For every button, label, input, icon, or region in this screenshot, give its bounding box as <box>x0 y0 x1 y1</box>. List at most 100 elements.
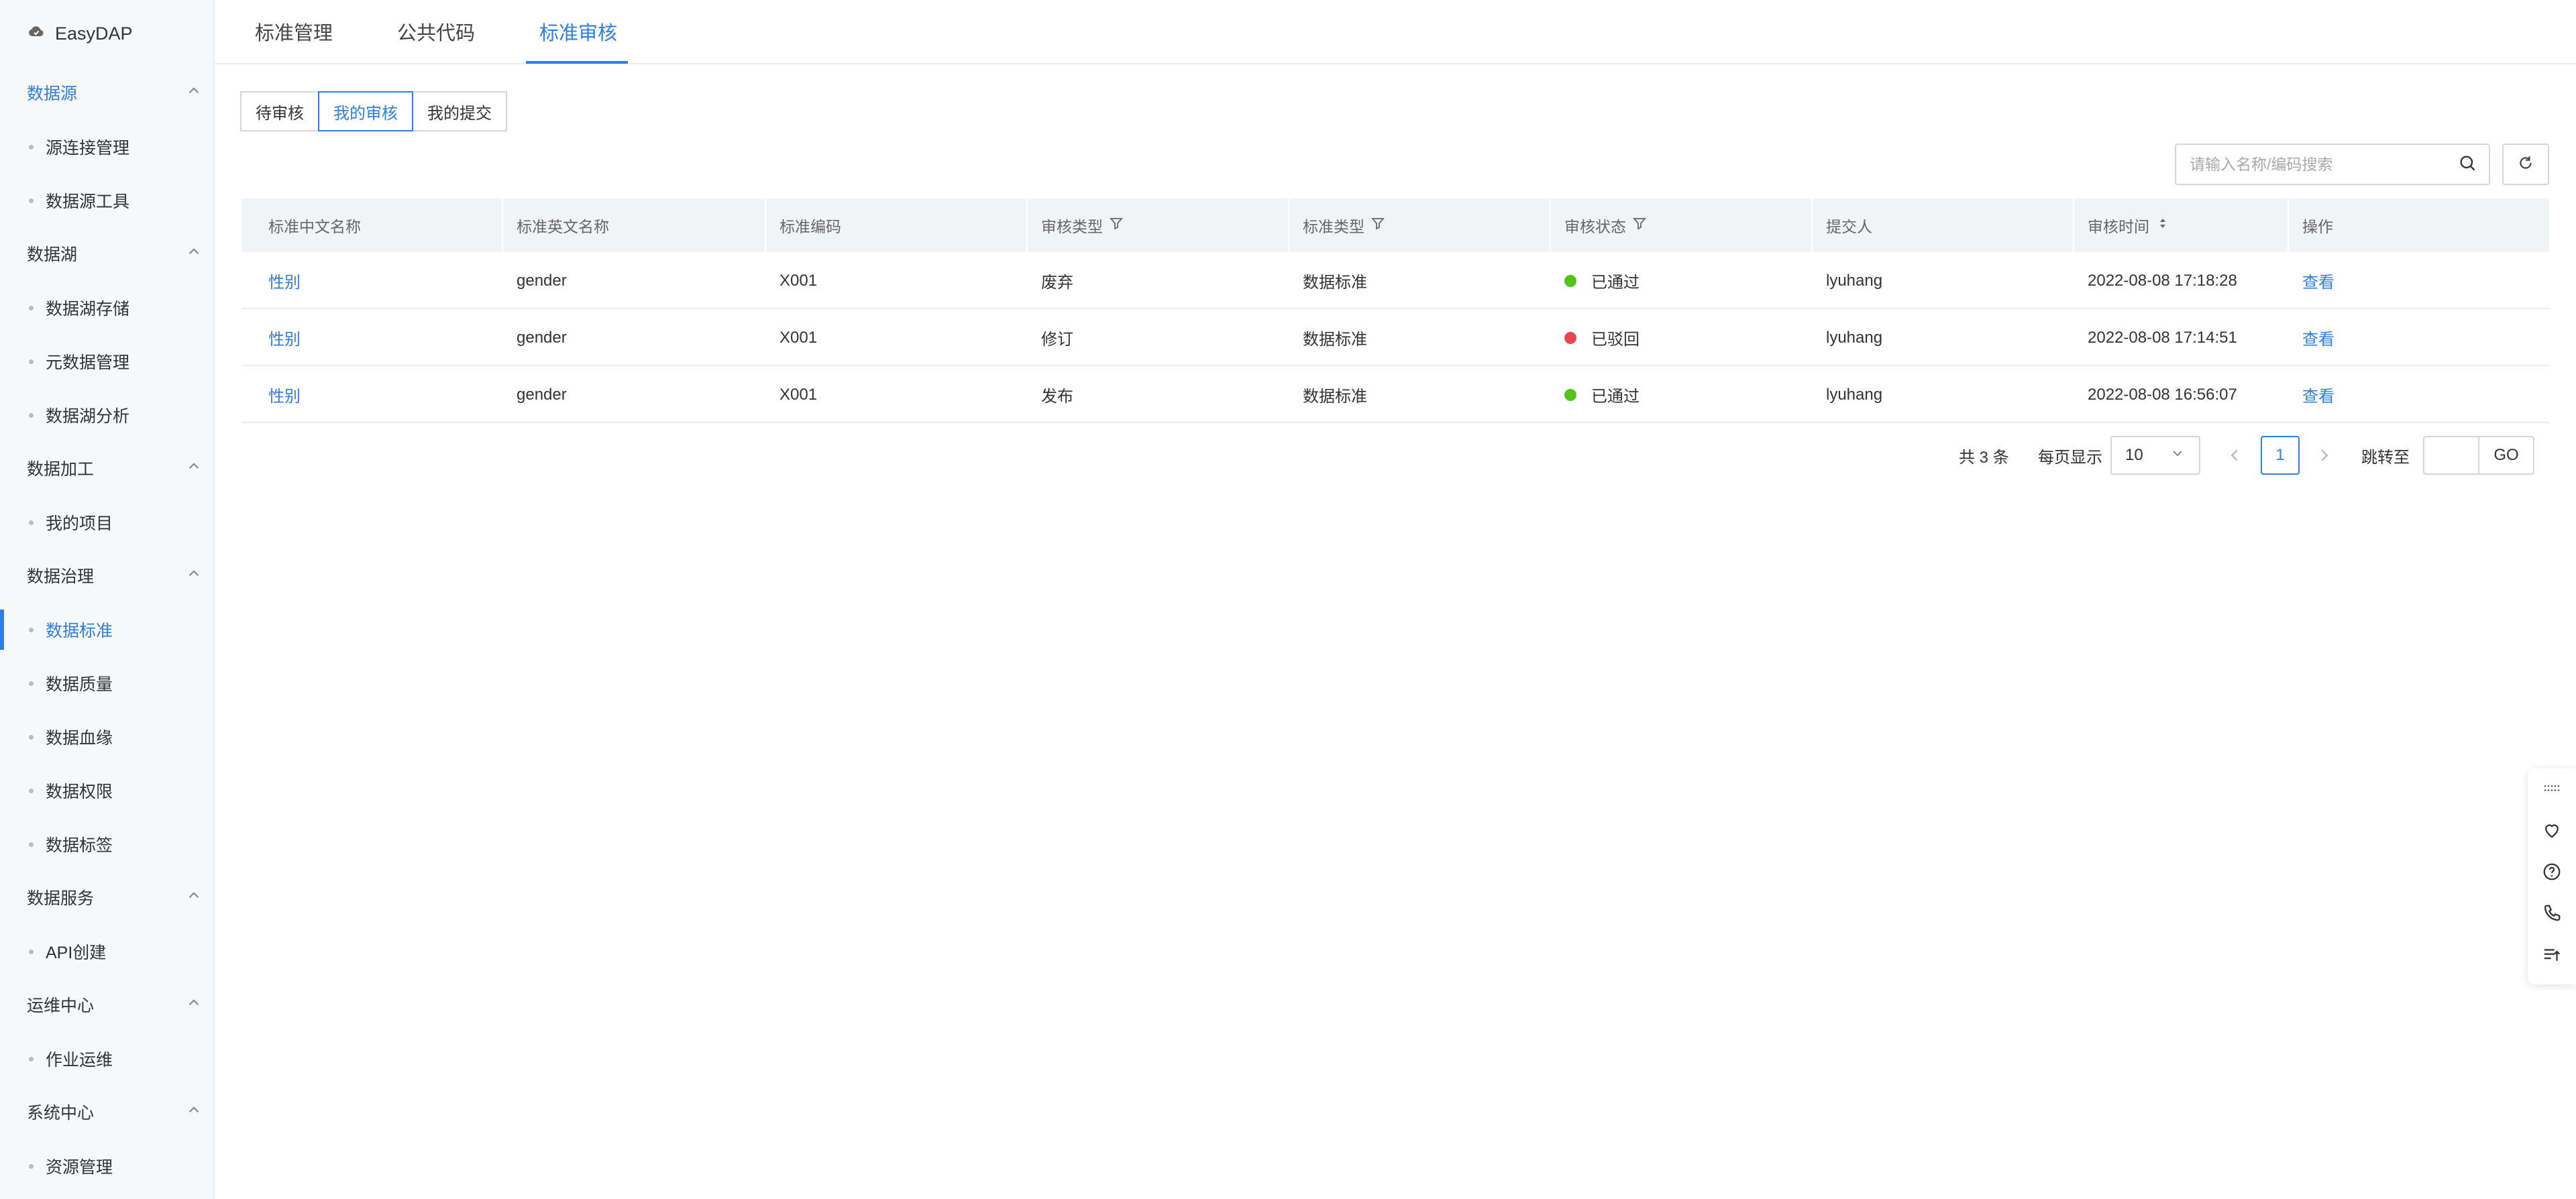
sidebar-item-data-tags[interactable]: 数据标签 <box>0 824 213 864</box>
help-icon[interactable] <box>2540 860 2564 884</box>
sidebar-group-datasource[interactable]: 数据源 <box>27 79 203 106</box>
sidebar-group-label: 数据湖 <box>27 245 78 264</box>
standard-name-link[interactable]: 性别 <box>268 309 301 366</box>
tab-standard-management[interactable]: 标准管理 <box>255 17 333 44</box>
view-link[interactable]: 查看 <box>2302 366 2334 423</box>
sidebar-item-data-standard[interactable]: 数据标准 <box>0 610 213 650</box>
sidebar-item-my-projects[interactable]: 我的项目 <box>0 502 213 543</box>
status-dot-approved <box>1564 388 1576 401</box>
chevron-up-icon <box>185 887 203 909</box>
column-header-standard-type: 标准类型 <box>1303 198 1386 252</box>
standard-name-link[interactable]: 性别 <box>268 366 301 423</box>
search-icon[interactable] <box>2458 154 2477 176</box>
prev-page-button[interactable] <box>2224 445 2245 465</box>
tab-public-code[interactable]: 公共代码 <box>397 17 475 44</box>
cell-review-time: 2022-08-08 16:56:07 <box>2088 385 2237 404</box>
page-size-select[interactable]: 10 <box>2110 436 2200 475</box>
cell-en-name: gender <box>517 385 567 404</box>
subtab-my-review[interactable]: 我的审核 <box>318 91 413 131</box>
phone-icon[interactable] <box>2540 901 2564 925</box>
bullet-dot <box>29 1164 34 1169</box>
filter-icon[interactable] <box>1103 215 1124 235</box>
filter-icon[interactable] <box>1364 215 1386 235</box>
sidebar-group-label: 系统中心 <box>27 1104 95 1123</box>
subtab-my-submission[interactable]: 我的提交 <box>412 91 507 131</box>
chevron-up-icon <box>185 243 203 265</box>
tab-standard-review[interactable]: 标准审核 <box>539 17 617 44</box>
search-input[interactable] <box>2188 154 2458 174</box>
pagination: 共 3 条 每页显示 10 1 跳转至 GO <box>1959 435 2549 476</box>
bullet-dot <box>29 413 34 418</box>
status-dot-approved <box>1564 274 1576 287</box>
sidebar-item-label: 数据源工具 <box>46 192 130 211</box>
sidebar-group-processing[interactable]: 数据加工 <box>27 455 203 481</box>
cell-submitter: lyuhang <box>1826 328 1883 347</box>
bullet-dot <box>29 628 34 632</box>
drag-handle-icon[interactable] <box>2540 777 2564 801</box>
sort-icon[interactable] <box>2149 215 2171 235</box>
cell-review-type: 发布 <box>1041 388 1073 406</box>
top-tabs: 标准管理 公共代码 标准审核 <box>215 0 2576 64</box>
cell-submitter: lyuhang <box>1826 271 1883 290</box>
sidebar: EasyDAP 数据源 源连接管理 数据源工具 数据湖 数据湖存储 元数据管理 … <box>0 0 215 1199</box>
back-to-top-icon[interactable] <box>2540 943 2564 967</box>
heart-icon[interactable] <box>2540 818 2564 842</box>
bullet-dot <box>29 681 34 686</box>
sidebar-item-api-create[interactable]: API创建 <box>0 931 213 972</box>
sidebar-group-governance[interactable]: 数据治理 <box>27 562 203 589</box>
refresh-button[interactable] <box>2502 144 2549 185</box>
standard-name-link[interactable]: 性别 <box>268 252 301 309</box>
chevron-right-icon <box>2314 449 2334 468</box>
bullet-dot <box>29 198 34 203</box>
subtab-pending-review[interactable]: 待审核 <box>240 91 319 131</box>
filter-icon[interactable] <box>1626 215 1648 235</box>
total-count: 共 3 条 <box>1959 448 2009 467</box>
brand[interactable]: EasyDAP <box>27 20 133 47</box>
table-row: 性别 gender X001 废弃 数据标准 已通过 lyuhang 2022-… <box>241 252 2549 309</box>
column-header-action: 操作 <box>2302 218 2333 235</box>
bullet-dot <box>29 842 34 847</box>
sidebar-item-job-ops[interactable]: 作业运维 <box>0 1039 213 1079</box>
chevron-up-icon <box>185 565 203 587</box>
sidebar-item-metadata[interactable]: 元数据管理 <box>0 341 213 382</box>
jump-label: 跳转至 <box>2361 448 2410 467</box>
bullet-dot <box>29 520 34 525</box>
sidebar-item-label: API创建 <box>46 944 107 962</box>
view-link[interactable]: 查看 <box>2302 309 2334 366</box>
chevron-up-icon <box>185 457 203 479</box>
sidebar-item-label: 数据湖存储 <box>46 300 130 319</box>
sidebar-item-lake-analysis[interactable]: 数据湖分析 <box>0 395 213 435</box>
sidebar-group-services[interactable]: 数据服务 <box>27 884 203 911</box>
sidebar-group-system[interactable]: 系统中心 <box>27 1098 203 1125</box>
sidebar-item-label: 数据标签 <box>46 836 113 855</box>
bullet-dot <box>29 735 34 740</box>
next-page-button[interactable] <box>2314 445 2334 465</box>
search-box <box>2175 144 2490 185</box>
bullet-dot <box>29 306 34 310</box>
sidebar-item-source-tools[interactable]: 数据源工具 <box>0 180 213 221</box>
sidebar-group-datalake[interactable]: 数据湖 <box>27 240 203 267</box>
cell-standard-type: 数据标准 <box>1303 331 1367 349</box>
view-link[interactable]: 查看 <box>2302 252 2334 309</box>
sidebar-item-source-connection[interactable]: 源连接管理 <box>0 127 213 167</box>
sidebar-item-data-quality[interactable]: 数据质量 <box>0 663 213 703</box>
cell-standard-type: 数据标准 <box>1303 388 1367 406</box>
sidebar-item-label: 数据权限 <box>46 783 113 801</box>
page-size-value: 10 <box>2125 446 2143 464</box>
sidebar-item-data-permission[interactable]: 数据权限 <box>0 770 213 811</box>
sidebar-item-data-lineage[interactable]: 数据血缘 <box>0 717 213 757</box>
sidebar-item-label: 数据湖分析 <box>46 407 130 426</box>
sidebar-item-resource-mgmt[interactable]: 资源管理 <box>0 1146 213 1186</box>
sidebar-group-ops[interactable]: 运维中心 <box>27 991 203 1018</box>
bullet-dot <box>29 1057 34 1062</box>
cell-review-time: 2022-08-08 17:18:28 <box>2088 271 2237 290</box>
sidebar-item-label: 元数据管理 <box>46 353 130 372</box>
bullet-dot <box>29 950 34 954</box>
page-number-current[interactable]: 1 <box>2261 436 2300 475</box>
page-size-label: 每页显示 <box>2038 448 2102 467</box>
chevron-left-icon <box>2224 449 2245 468</box>
status-dot-rejected <box>1564 331 1576 344</box>
jump-page-input[interactable] <box>2423 436 2479 475</box>
sidebar-item-lake-storage[interactable]: 数据湖存储 <box>0 288 213 328</box>
go-button[interactable]: GO <box>2478 436 2534 475</box>
